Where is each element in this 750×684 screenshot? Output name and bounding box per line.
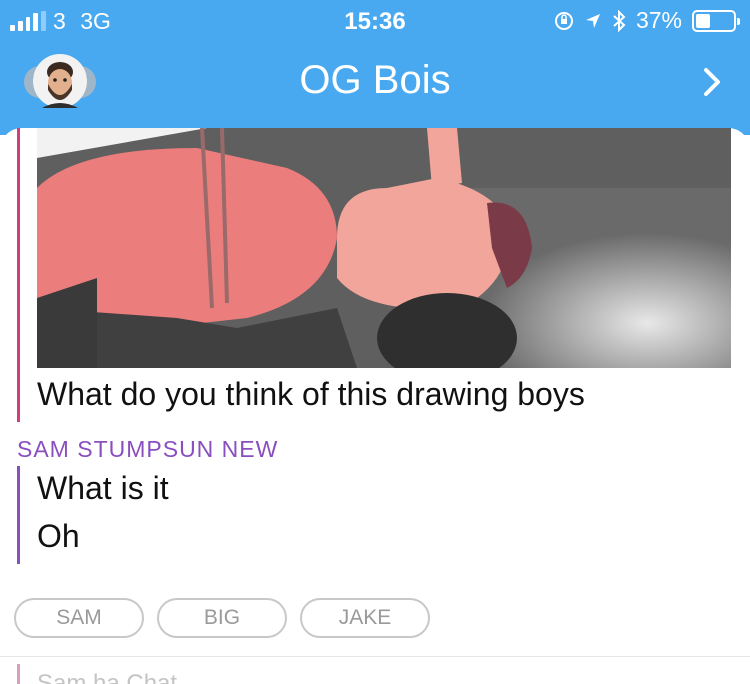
message-text: What do you think of this drawing boys [37,376,585,412]
drawing-illustration [37,128,731,368]
bluetooth-icon [613,9,626,32]
member-chip-big[interactable]: BIG [157,598,287,638]
divider [0,656,750,657]
member-chip-sam[interactable]: SAM [14,598,144,638]
battery-percent: 37% [635,7,682,33]
member-chip-jake[interactable]: JAKE [300,598,430,638]
chat-details-button[interactable] [702,66,722,103]
shared-drawing-image[interactable] [37,128,731,368]
status-bar: 3 3G 15:36 37% [0,0,750,40]
orientation-lock-icon [554,11,573,30]
message-text: What is it [37,470,169,506]
chat-title[interactable]: OG Bois [0,58,750,103]
member-chips: SAM BIG JAKE [14,598,430,638]
chat-header: 3 3G 15:36 37% OG Bois [0,0,750,135]
chevron-right-icon [704,68,720,96]
location-arrow-icon [585,13,600,28]
chat-input-preview[interactable]: Sam ha Chat [37,670,177,684]
message-text: Oh [37,518,80,554]
message-bar-preview [17,664,20,684]
message-bar-sender [17,466,20,564]
battery-icon [692,9,740,32]
message-bar-me [17,128,20,422]
sender-name[interactable]: SAM STUMPSUN NEW [17,436,278,463]
status-right-group: 37% [554,7,740,34]
